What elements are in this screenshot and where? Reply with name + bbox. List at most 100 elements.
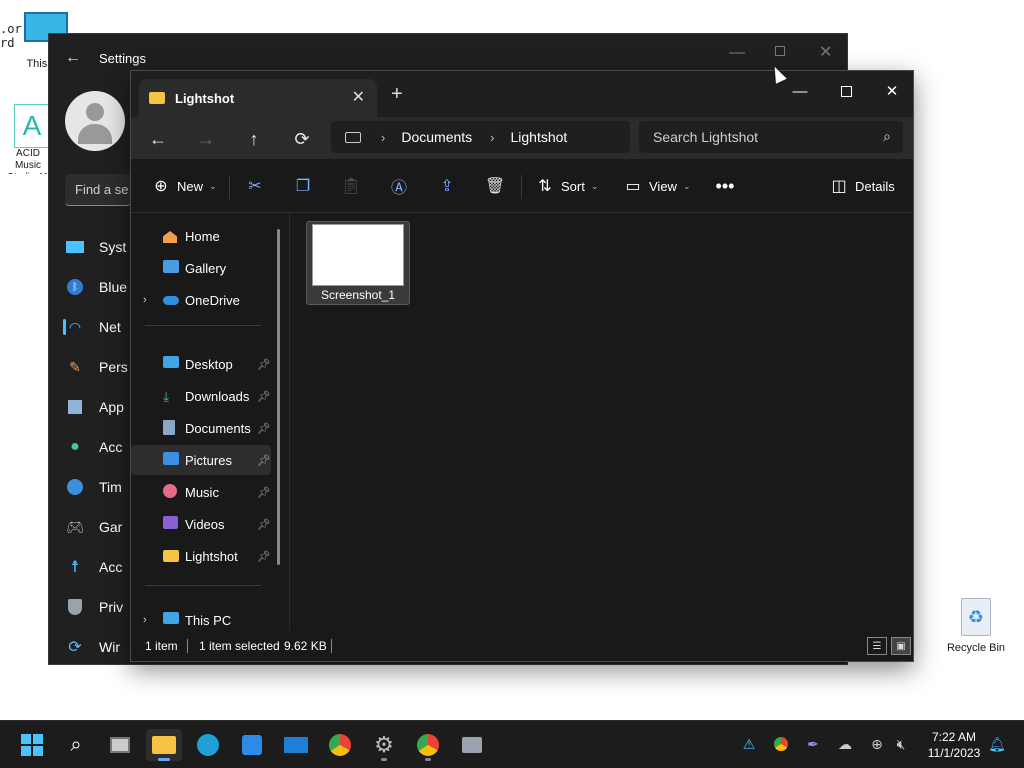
settings-nav-gaming[interactable]: 🎮︎ Gar xyxy=(65,517,122,537)
settings-nav-network[interactable]: ◠ Net xyxy=(63,317,121,337)
chrome-tray-icon[interactable] xyxy=(770,733,792,755)
file-item[interactable]: Screenshot_1 xyxy=(306,221,410,305)
breadcrumb[interactable]: › Documents › Lightshot xyxy=(331,121,630,153)
document-icon xyxy=(163,420,181,436)
volume-muted-icon[interactable]: 🔇︎ xyxy=(890,733,912,755)
forward-button[interactable]: → xyxy=(191,125,221,153)
cut-button[interactable]: ✂ xyxy=(245,174,265,198)
pin-icon[interactable]: 📌︎ xyxy=(257,422,271,435)
view-button[interactable]: ▭ View ⌄ xyxy=(623,174,690,198)
start-button[interactable] xyxy=(14,729,50,761)
settings-nav-bluetooth[interactable]: ᛒ Blue xyxy=(65,277,127,297)
clock[interactable]: 7:22 AM 11/1/2023 xyxy=(918,729,990,761)
pin-icon[interactable]: 📌︎ xyxy=(257,486,271,499)
refresh-button[interactable]: ⟳ xyxy=(287,125,317,153)
up-button[interactable]: ↑ xyxy=(239,125,269,153)
network-app-taskbar-button[interactable] xyxy=(454,729,490,761)
new-button[interactable]: ⊕ New ⌄ xyxy=(151,174,216,198)
avatar[interactable] xyxy=(65,91,125,151)
settings-nav-accounts[interactable]: ● Acc xyxy=(65,437,122,457)
chrome-taskbar-button[interactable] xyxy=(322,729,358,761)
language-globe-icon[interactable]: ⊕ xyxy=(866,733,888,755)
sort-icon: ⇅ xyxy=(538,178,552,195)
share-button[interactable]: ⇪ xyxy=(437,174,457,198)
minimize-icon[interactable]: — xyxy=(729,44,745,62)
notification-bell-icon[interactable]: 🔔︎ xyxy=(986,733,1008,755)
maximize-icon[interactable] xyxy=(775,46,785,56)
delete-button[interactable]: 🗑︎ xyxy=(485,174,505,198)
task-view-button[interactable] xyxy=(102,729,138,761)
details-view-button[interactable]: ☰ xyxy=(867,637,887,655)
nav-item-music[interactable]: Music 📌︎ xyxy=(131,477,271,507)
status-divider xyxy=(187,639,188,653)
back-arrow-icon[interactable]: ← xyxy=(65,49,81,67)
gamepad-icon: 🎮︎ xyxy=(66,518,84,535)
mail-taskbar-button[interactable] xyxy=(278,729,314,761)
tab-lightshot[interactable]: Lightshot ✕ xyxy=(139,79,377,117)
rename-icon: Ⓐ xyxy=(390,180,407,197)
pin-icon[interactable]: 📌︎ xyxy=(257,550,271,563)
chevron-right-icon[interactable]: › xyxy=(143,294,147,306)
settings-search-input[interactable]: Find a se xyxy=(65,174,131,206)
minimize-button[interactable]: — xyxy=(777,77,823,105)
update-icon: ⟳ xyxy=(68,639,82,656)
settings-nav-windows-update[interactable]: ⟳ Wir xyxy=(65,637,120,657)
settings-taskbar-button[interactable]: ⚙ xyxy=(366,729,402,761)
close-icon[interactable]: ✕ xyxy=(819,42,832,62)
nav-item-lightshot[interactable]: Lightshot 📌︎ xyxy=(131,541,271,571)
close-button[interactable]: ✕ xyxy=(869,77,915,105)
nav-item-home[interactable]: Home xyxy=(131,221,271,251)
nav-scrollbar[interactable] xyxy=(277,229,280,565)
onedrive-tray-icon[interactable]: ☁ xyxy=(834,733,856,755)
details-button[interactable]: ◫ Details xyxy=(829,174,894,198)
nav-item-downloads[interactable]: ⤓ Downloads 📌︎ xyxy=(131,381,271,411)
desktop-icon-label: ACID Music Studio 11 xyxy=(7,148,49,174)
selected-size: 9.62 KB xyxy=(284,639,327,653)
back-button[interactable]: ← xyxy=(143,125,173,153)
file-list: Screenshot_1 xyxy=(289,213,913,631)
edge-taskbar-button[interactable] xyxy=(190,729,226,761)
file-explorer-taskbar-button[interactable] xyxy=(146,729,182,761)
file-explorer-window[interactable]: Lightshot ✕ + — ✕ ← → ↑ ⟳ › Documents › … xyxy=(130,70,914,662)
pin-icon[interactable]: 📌︎ xyxy=(257,454,271,467)
settings-nav-system[interactable]: Syst xyxy=(65,237,126,257)
breadcrumb-documents[interactable]: Documents xyxy=(401,129,472,145)
pin-icon[interactable]: 📌︎ xyxy=(257,358,271,371)
more-options-button[interactable]: ••• xyxy=(715,174,735,198)
large-icons-view-button[interactable]: ▣ xyxy=(891,637,911,655)
search-input[interactable]: Search Lightshot ⌕ xyxy=(639,121,903,153)
store-taskbar-button[interactable] xyxy=(234,729,270,761)
pin-icon[interactable]: 📌︎ xyxy=(257,518,271,531)
settings-nav-accessibility[interactable]: ☨ Acc xyxy=(65,557,123,577)
breadcrumb-lightshot[interactable]: Lightshot xyxy=(511,129,568,145)
settings-nav-personalization[interactable]: ✎ Pers xyxy=(65,357,128,377)
nav-item-onedrive[interactable]: › OneDrive xyxy=(131,285,271,315)
chrome-taskbar-button-2[interactable] xyxy=(410,729,446,761)
item-count: 1 item xyxy=(145,639,178,653)
feather-tray-icon[interactable]: ✒ xyxy=(802,733,824,755)
chevron-right-icon[interactable]: › xyxy=(143,614,147,626)
close-tab-icon[interactable]: ✕ xyxy=(352,87,365,107)
rename-button[interactable]: Ⓐ xyxy=(389,174,409,198)
settings-nav-privacy[interactable]: Priv xyxy=(65,597,123,617)
pin-icon[interactable]: 📌︎ xyxy=(257,390,271,403)
sort-button[interactable]: ⇅ Sort ⌄ xyxy=(535,174,598,198)
nav-item-videos[interactable]: Videos 📌︎ xyxy=(131,509,271,539)
scissors-icon: ✂ xyxy=(248,178,262,195)
gallery-icon xyxy=(163,260,181,276)
security-warning-icon[interactable]: ⚠ xyxy=(738,733,760,755)
paste-button[interactable]: 📋︎ xyxy=(341,174,361,198)
desktop-icon-recycle-bin[interactable]: ♻ Recycle Bin xyxy=(940,598,1012,654)
nav-item-desktop[interactable]: Desktop 📌︎ xyxy=(131,349,271,379)
cloud-icon xyxy=(163,292,181,308)
nav-item-documents[interactable]: Documents 📌︎ xyxy=(131,413,271,443)
nav-item-gallery[interactable]: Gallery xyxy=(131,253,271,283)
file-name: Screenshot_1 xyxy=(320,288,396,302)
maximize-button[interactable] xyxy=(823,77,869,105)
settings-nav-apps[interactable]: App xyxy=(65,397,124,417)
new-tab-button[interactable]: + xyxy=(391,83,403,106)
settings-nav-time[interactable]: Tim xyxy=(65,477,122,497)
nav-item-pictures[interactable]: Pictures 📌︎ xyxy=(131,445,271,475)
copy-button[interactable]: ❐ xyxy=(293,174,313,198)
search-button[interactable]: ⌕ xyxy=(58,729,94,761)
